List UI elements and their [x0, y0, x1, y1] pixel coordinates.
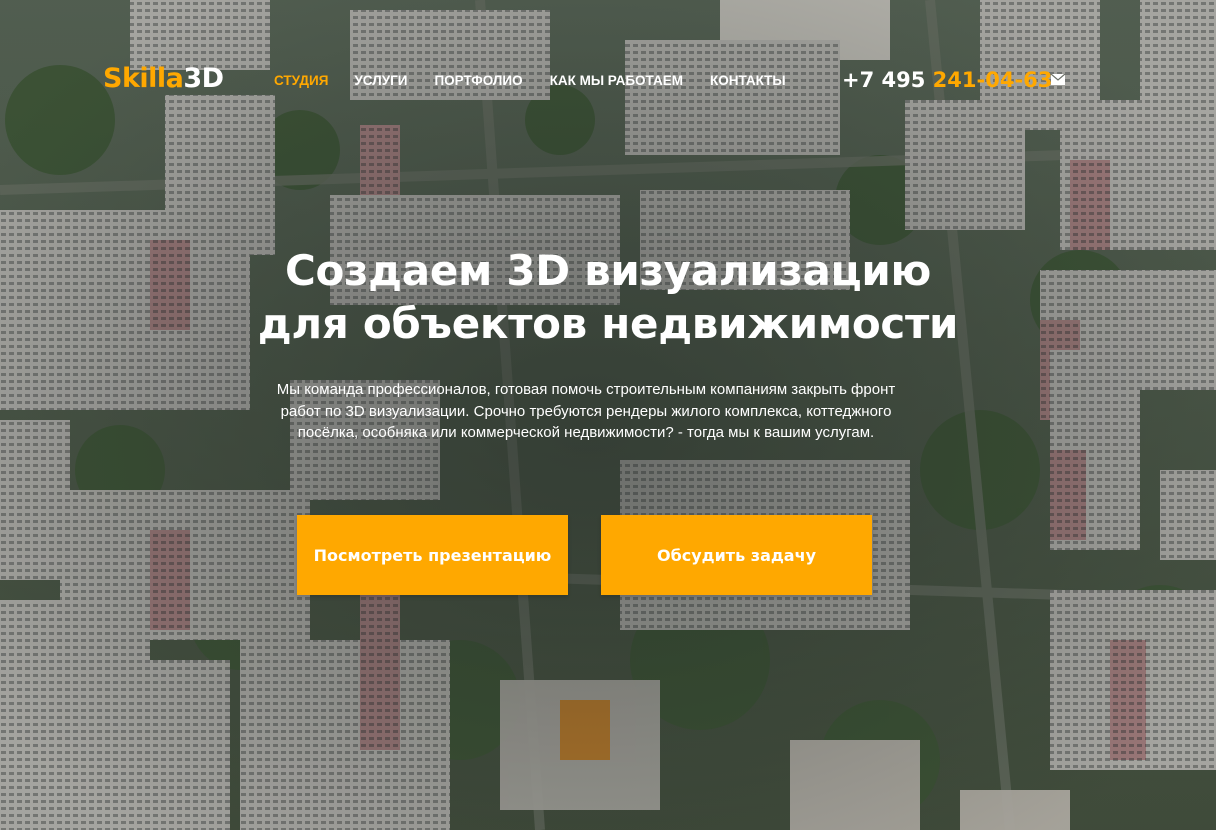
phone-prefix: +7 495: [842, 68, 926, 92]
nav-item-contacts[interactable]: КОНТАКТЫ: [710, 72, 786, 89]
nav-item-studio[interactable]: СТУДИЯ: [274, 72, 328, 89]
envelope-icon[interactable]: [1051, 74, 1065, 85]
phone-number[interactable]: +7 495 241-04-63: [842, 66, 1052, 94]
hero-section: Skilla3D СТУДИЯ УСЛУГИ ПОРТФОЛИО КАК МЫ …: [0, 0, 1216, 830]
nav-item-how-we-work[interactable]: КАК МЫ РАБОТАЕМ: [550, 72, 683, 89]
nav-item-portfolio[interactable]: ПОРТФОЛИО: [434, 72, 522, 89]
logo-text-primary: Skilla: [103, 63, 184, 94]
discuss-task-button[interactable]: Обсудить задачу: [601, 515, 872, 595]
hero-title-line2: для объектов недвижимости: [257, 299, 959, 348]
hero-description: Мы команда профессионалов, готовая помоч…: [276, 381, 896, 441]
logo[interactable]: Skilla3D: [103, 62, 224, 96]
main-nav: СТУДИЯ УСЛУГИ ПОРТФОЛИО КАК МЫ РАБОТАЕМ …: [274, 72, 786, 89]
hero-title-line1: Создаем 3D визуализацию: [284, 246, 932, 295]
phone-main: 241-04-63: [932, 68, 1053, 92]
logo-text-secondary: 3D: [183, 63, 224, 94]
hero-title: Создаем 3D визуализацию для объектов нед…: [208, 244, 1008, 350]
view-presentation-button[interactable]: Посмотреть презентацию: [297, 515, 568, 595]
nav-item-services[interactable]: УСЛУГИ: [354, 72, 407, 89]
